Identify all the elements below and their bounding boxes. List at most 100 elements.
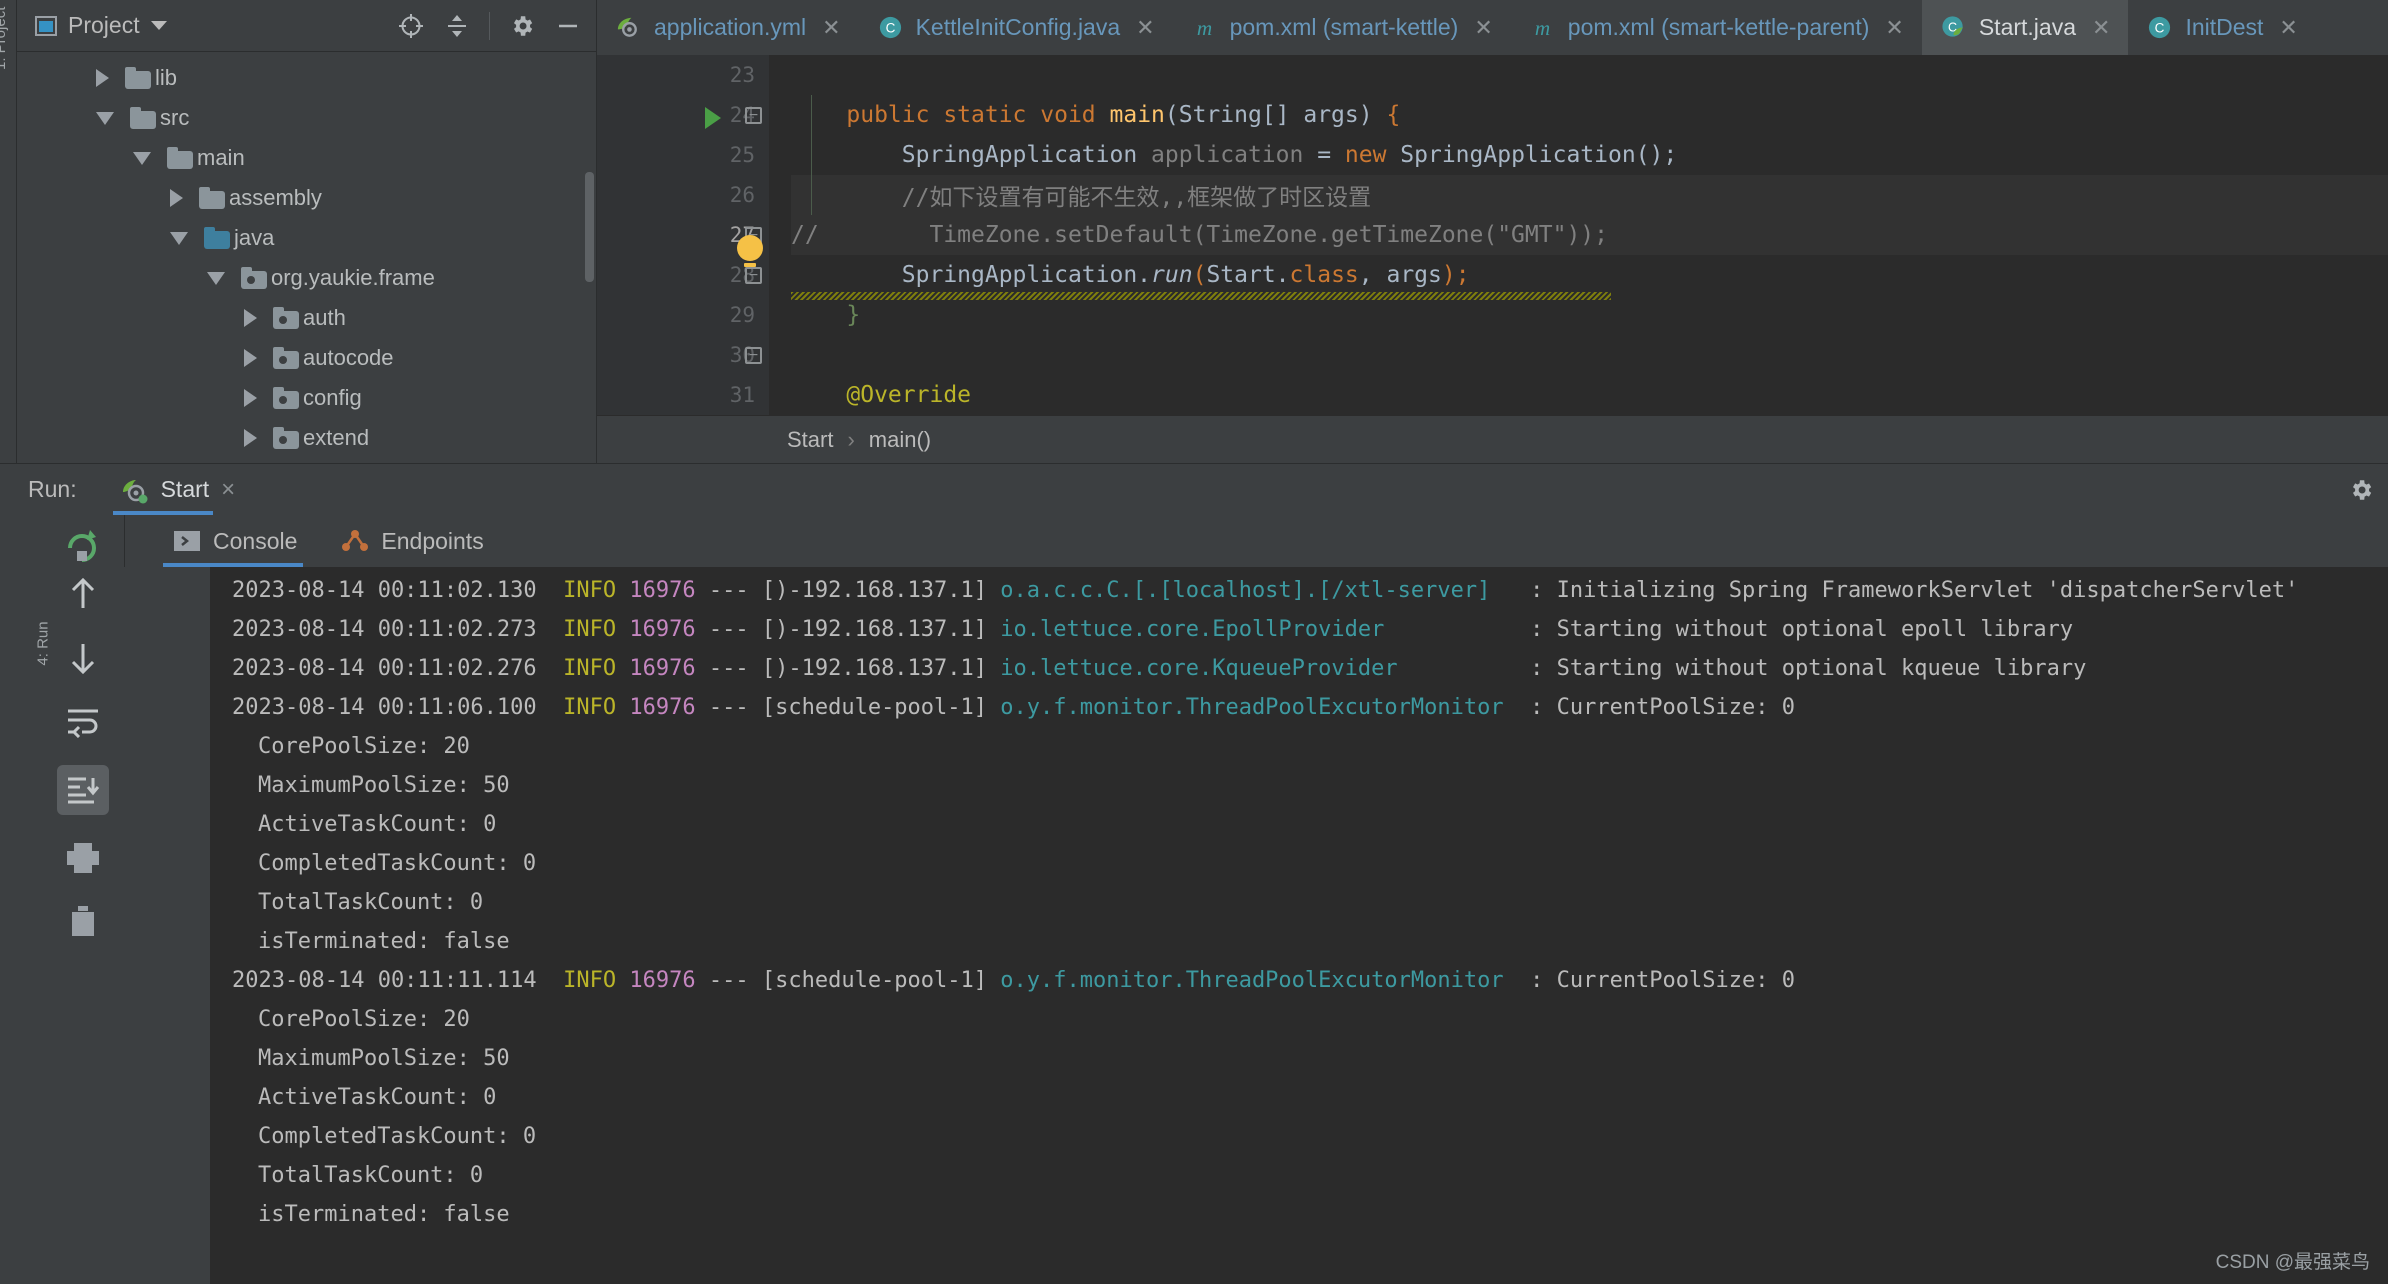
folder-icon <box>199 188 225 209</box>
close-icon[interactable]: ✕ <box>822 15 840 41</box>
console-log-entry: 2023-08-14 00:11:02.273 INFO 16976 --- [… <box>232 610 2388 649</box>
close-icon[interactable]: × <box>221 476 235 504</box>
chevron-down-icon[interactable] <box>133 152 151 165</box>
log-timestamp: 2023-08-14 00:11:02.276 <box>232 656 537 681</box>
soft-wrap-button[interactable] <box>62 701 104 743</box>
project-tree[interactable]: lib srcmainassemblyjava org.yaukie.frame au… <box>17 52 596 463</box>
code-line: public static void main(String[] args) { <box>791 95 2388 135</box>
tree-node-autocode[interactable]: autocode <box>17 338 596 378</box>
fold-icon[interactable] <box>745 347 762 364</box>
code-content[interactable]: public static void main(String[] args) {… <box>769 55 2388 415</box>
console-log-line: ActiveTaskCount: 0 <box>232 805 2388 844</box>
project-tree-scrollbar[interactable] <box>585 172 594 282</box>
rerun-button[interactable] <box>61 525 103 567</box>
tree-node-main[interactable]: main <box>17 138 596 178</box>
editor-tab-application-yml[interactable]: application.yml ✕ <box>597 0 859 55</box>
console-log-line: CorePoolSize: 20 <box>232 727 2388 766</box>
tree-node-assembly[interactable]: assembly <box>17 178 596 218</box>
log-separator: --- <box>709 656 749 681</box>
editor-tab-pom-xml-smart-kettle-[interactable]: mpom.xml (smart-kettle)✕ <box>1173 0 1511 55</box>
log-timestamp: 2023-08-14 00:11:02.130 <box>232 578 537 603</box>
editor-gutter[interactable]: 232425262728293031 <box>597 55 769 415</box>
editor-tab-initdest[interactable]: CInitDest✕ <box>2128 0 2315 55</box>
editor-tab-label: Start.java <box>1979 14 2076 41</box>
close-icon[interactable]: ✕ <box>2092 15 2110 41</box>
console-log-line: CompletedTaskCount: 0 <box>232 844 2388 883</box>
package-icon <box>241 268 267 289</box>
close-icon[interactable]: ✕ <box>2279 15 2297 41</box>
gear-icon[interactable] <box>508 12 536 40</box>
scroll-to-end-button[interactable] <box>57 765 109 815</box>
minimize-icon[interactable] <box>554 12 582 40</box>
tree-node-org-yaukie-frame[interactable]: org.yaukie.frame <box>17 258 596 298</box>
chevron-right-icon[interactable] <box>244 349 257 367</box>
code-line <box>791 55 2388 95</box>
tree-node-extend[interactable]: extend <box>17 418 596 458</box>
chevron-down-icon[interactable] <box>207 272 225 285</box>
log-separator: --- <box>709 578 749 603</box>
close-icon[interactable]: ✕ <box>1474 15 1492 41</box>
collapse-all-icon[interactable] <box>443 12 471 40</box>
run-label: Run: <box>28 476 77 503</box>
editor-tab-kettleinitconfig-java[interactable]: CKettleInitConfig.java✕ <box>859 0 1173 55</box>
log-message: : CurrentPoolSize: 0 <box>1504 968 1795 993</box>
locate-icon[interactable] <box>397 12 425 40</box>
log-thread: [)-192.168.137.1] <box>762 656 987 681</box>
tree-node-label: lib <box>155 65 177 91</box>
editor-tab-label: application.yml <box>654 14 806 41</box>
run-gutter-icon[interactable] <box>705 107 721 129</box>
log-pid: 16976 <box>629 656 695 681</box>
console-output[interactable]: 2023-08-14 00:11:02.130 INFO 16976 --- [… <box>210 567 2388 1284</box>
chevron-down-icon[interactable] <box>151 21 167 30</box>
tab-console[interactable]: Console <box>173 515 297 567</box>
svg-text:C: C <box>885 20 895 35</box>
editor-tab-pom-xml-smart-kettle-parent-[interactable]: mpom.xml (smart-kettle-parent)✕ <box>1511 0 1922 55</box>
editor-tab-bar: application.yml✕CKettleInitConfig.java✕m… <box>597 0 2388 55</box>
tab-endpoints[interactable]: Endpoints <box>341 515 483 567</box>
fold-icon[interactable] <box>745 107 762 124</box>
arrow-up-button[interactable] <box>62 573 104 615</box>
chevron-down-icon[interactable] <box>170 232 188 245</box>
code-line: // TimeZone.setDefault(TimeZone.getTimeZ… <box>791 215 2388 255</box>
fold-icon[interactable] <box>745 267 762 284</box>
console-log-entry: 2023-08-14 00:11:06.100 INFO 16976 --- [… <box>232 688 2388 727</box>
endpoints-tab-label: Endpoints <box>381 528 483 555</box>
tree-node-auth[interactable]: auth <box>17 298 596 338</box>
log-thread: [schedule-pool-1] <box>762 695 987 720</box>
tree-node-label: org.yaukie.frame <box>271 265 435 291</box>
tree-node-label: extend <box>303 425 369 451</box>
gear-icon[interactable] <box>2348 477 2374 503</box>
project-panel-title-group[interactable]: Project <box>35 12 167 39</box>
log-logger: io.lettuce.core.EpollProvider <box>1000 617 1384 642</box>
log-logger: io.lettuce.core.KqueueProvider <box>1000 656 1397 681</box>
chevron-right-icon[interactable] <box>244 309 257 327</box>
editor-tab-start-java[interactable]: CStart.java✕ <box>1922 0 2129 55</box>
chevron-down-icon[interactable] <box>96 112 114 125</box>
code-line: } <box>791 295 2388 335</box>
close-icon[interactable]: ✕ <box>1885 15 1903 41</box>
tree-node-config[interactable]: config <box>17 378 596 418</box>
close-icon[interactable]: ✕ <box>1136 15 1154 41</box>
tree-node-java[interactable]: java <box>17 218 596 258</box>
project-tool-button[interactable]: 1: Project <box>0 10 9 70</box>
tree-node-src[interactable]: src <box>17 98 596 138</box>
log-pid: 16976 <box>629 617 695 642</box>
chevron-right-icon[interactable] <box>244 389 257 407</box>
arrow-down-button[interactable] <box>62 637 104 679</box>
breadcrumb[interactable]: Start › main() <box>597 415 2388 463</box>
run-tool-button[interactable]: 4: Run <box>35 579 52 709</box>
breadcrumb-item[interactable]: main() <box>869 427 931 453</box>
clear-all-button[interactable] <box>62 901 104 943</box>
console-column: Console Endpoints <box>125 515 2388 1284</box>
run-configuration-tab[interactable]: Start × <box>119 464 236 515</box>
console-log-line: CompletedTaskCount: 0 <box>232 1117 2388 1156</box>
tree-node-lib[interactable]: lib <box>17 58 596 98</box>
intention-bulb-icon[interactable] <box>737 235 763 261</box>
breadcrumb-item[interactable]: Start <box>787 427 833 453</box>
chevron-right-icon[interactable] <box>244 429 257 447</box>
chevron-right-icon[interactable] <box>96 69 109 87</box>
chevron-right-icon[interactable] <box>170 189 183 207</box>
print-button[interactable] <box>62 837 104 879</box>
log-pid: 16976 <box>629 968 695 993</box>
console-log-line: isTerminated: false <box>232 922 2388 961</box>
